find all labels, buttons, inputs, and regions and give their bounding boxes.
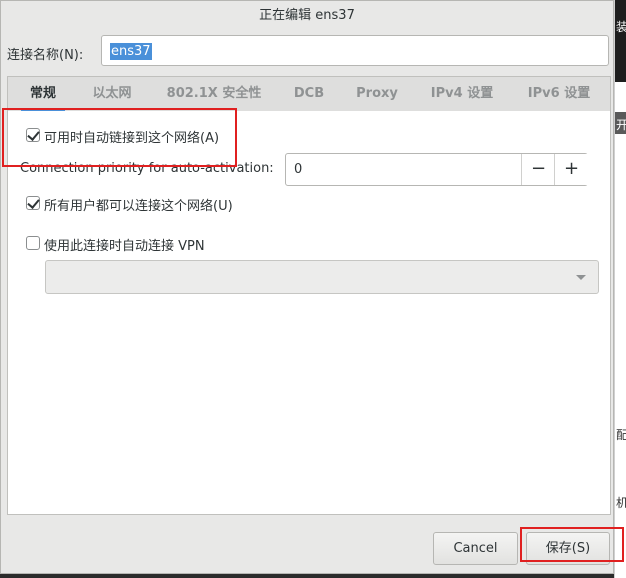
increment-button[interactable]: + <box>554 154 588 185</box>
dropdown-arrow-icon <box>576 275 586 280</box>
save-button[interactable]: 保存(S) <box>526 532 610 565</box>
edit-connection-dialog: 正在编辑 ens37 连接名称(N): ens37 常规 以太网 802.1X … <box>0 0 614 574</box>
auto-vpn-label[interactable]: 使用此连接时自动连接 VPN <box>44 235 205 254</box>
background-text-fragment: 开 <box>616 116 626 133</box>
tab-ipv4-settings[interactable]: IPv4 设置 <box>422 77 502 111</box>
auto-connect-label[interactable]: 可用时自动链接到这个网络(A) <box>44 127 219 146</box>
background-text-fragment: 配置 <box>616 426 626 443</box>
cancel-button[interactable]: Cancel <box>433 532 518 565</box>
connection-name-input[interactable]: ens37 <box>101 35 609 66</box>
auto-vpn-checkbox[interactable] <box>26 236 40 250</box>
settings-tab-bar: 常规 以太网 802.1X 安全性 DCB Proxy IPv4 设置 IPv6… <box>7 76 611 112</box>
connection-name-value[interactable]: ens37 <box>110 43 152 60</box>
background-dark-bar <box>615 0 626 82</box>
background-text-fragment: 机 <box>616 494 626 511</box>
all-users-label[interactable]: 所有用户都可以连接这个网络(U) <box>44 195 233 214</box>
tab-ethernet[interactable]: 以太网 <box>84 77 140 111</box>
vpn-select[interactable] <box>45 260 599 294</box>
general-tab-panel: 可用时自动链接到这个网络(A) Connection priority for … <box>7 111 611 515</box>
tab-dcb[interactable]: DCB <box>286 77 332 111</box>
tab-8021x-security[interactable]: 802.1X 安全性 <box>160 77 268 111</box>
decrement-button[interactable]: − <box>521 154 555 185</box>
background-text-fragment: 装 <box>616 18 626 35</box>
all-users-checkbox[interactable] <box>26 196 40 210</box>
dialog-title: 正在编辑 ens37 <box>259 8 355 23</box>
priority-spinbutton[interactable]: 0 − + <box>285 153 588 186</box>
tab-ipv6-settings[interactable]: IPv6 设置 <box>518 77 600 111</box>
tab-general[interactable]: 常规 <box>21 77 65 112</box>
auto-connect-checkbox[interactable] <box>26 128 40 142</box>
priority-value[interactable]: 0 <box>294 162 302 177</box>
background-window-strip: 装 开 配置 机 <box>614 0 626 578</box>
tab-proxy[interactable]: Proxy <box>350 77 404 111</box>
checkmark-icon <box>27 128 40 141</box>
checkmark-icon <box>27 196 40 209</box>
priority-label: Connection priority for auto-activation: <box>20 161 274 176</box>
connection-name-label: 连接名称(N): <box>7 48 84 63</box>
